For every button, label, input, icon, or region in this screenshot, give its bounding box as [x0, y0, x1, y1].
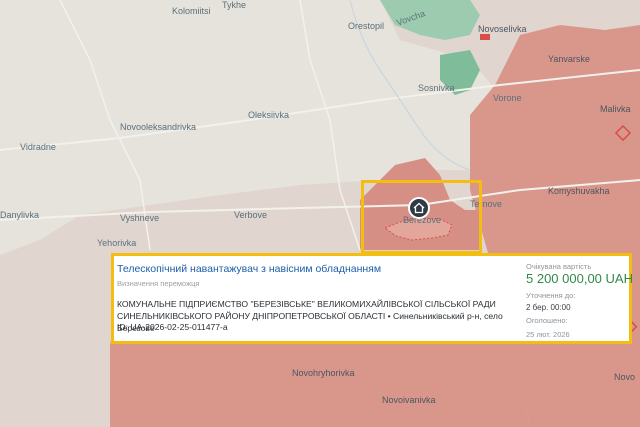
- place-label-vorone: Vorone: [493, 93, 522, 103]
- place-label-novohryhorivka: Novohryhorivka: [292, 368, 355, 378]
- place-label-danylivka: Danylivka: [0, 210, 40, 220]
- place-label-sosnivka: Sosnivka: [418, 83, 455, 93]
- tender-title[interactable]: Телескопічний навантажувач з навісним об…: [117, 263, 381, 275]
- tender-status: Визначення переможця: [117, 279, 200, 288]
- place-label-yehorivka: Yehorivka: [97, 238, 137, 248]
- place-label-verbove: Verbove: [234, 210, 268, 220]
- place-label-vyshneve: Vyshneve: [120, 213, 160, 223]
- place-label-komyshuvakha: Komyshuvakha: [548, 186, 610, 196]
- place-label-kolomiitsi: Kolomiitsi: [172, 6, 211, 16]
- tender-price: 5 200 000,00 UAH: [526, 271, 633, 286]
- place-label-novoivanivka: Novoivanivka: [382, 395, 436, 405]
- map-canvas[interactable]: [0, 0, 640, 427]
- deadline-value: 2 бер. 00:00: [526, 303, 571, 312]
- place-label-novoselivka: Novoselivka: [478, 24, 527, 34]
- place-label-oleksiivka: Oleksiivka: [248, 110, 290, 120]
- hostile-marker-3: [480, 34, 490, 40]
- price-label: Очікувана вартість: [526, 262, 592, 271]
- published-value: 25 лют. 2026: [526, 330, 570, 339]
- place-label-novooleksandrivka: Novooleksandrivka: [120, 122, 197, 132]
- tender-card[interactable]: Телескопічний навантажувач з навісним об…: [111, 253, 633, 344]
- place-label-novoe: Novo: [614, 372, 636, 382]
- deadline-label: Уточнення до:: [526, 291, 576, 300]
- tender-id: ID: UA-2026-02-25-011477-a: [117, 322, 228, 332]
- place-label-orestopil: Orestopil: [348, 21, 385, 31]
- place-label-malivka: Malivka: [600, 104, 631, 114]
- place-label-yanvarske: Yanvarske: [548, 54, 590, 64]
- published-label: Оголошено:: [526, 316, 568, 325]
- place-label-tykhe: Tykhe: [222, 0, 247, 10]
- place-label-vidradne: Vidradne: [20, 142, 56, 152]
- location-pin-icon[interactable]: [408, 197, 430, 219]
